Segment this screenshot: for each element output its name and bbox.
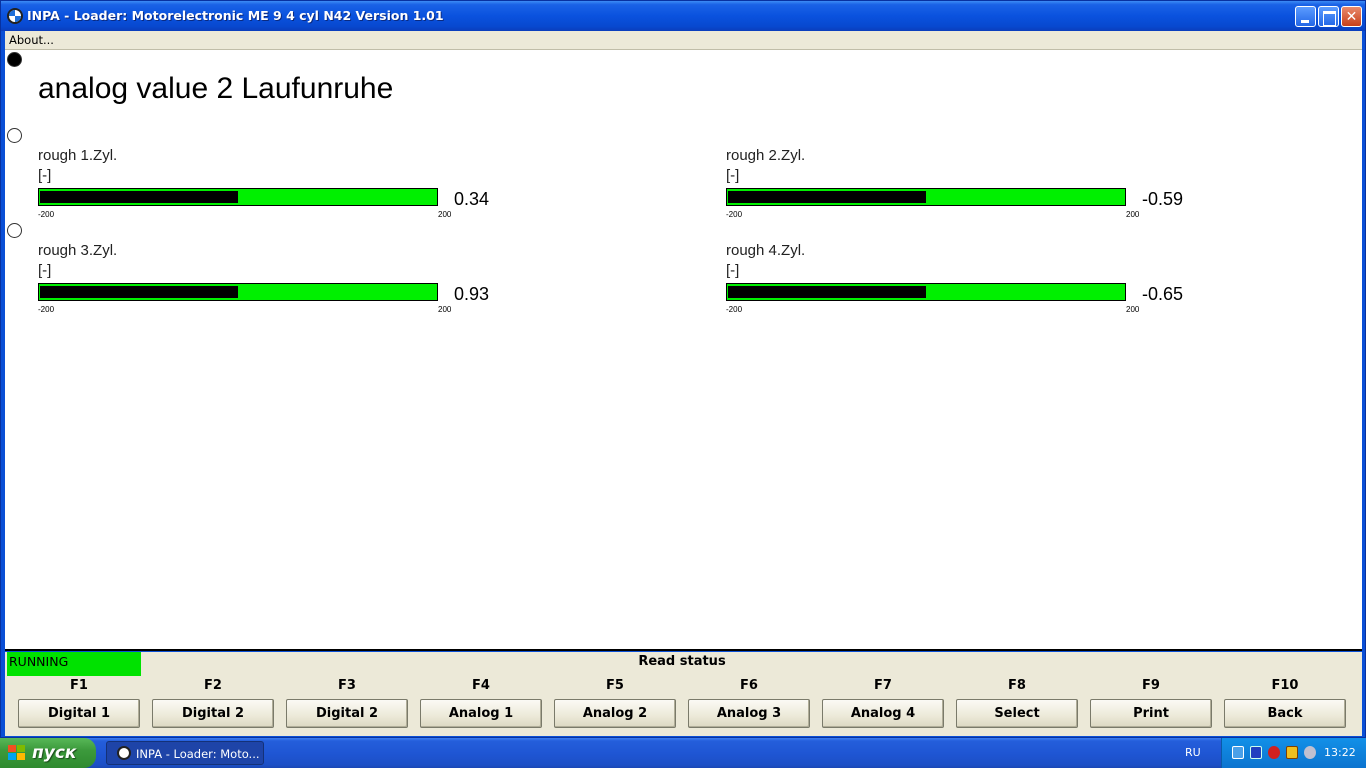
measurement-unit: [-] [726,262,740,279]
bar-max-label: 200 [1126,305,1140,314]
bar-max-label: 200 [438,305,452,314]
measurement-unit: [-] [38,262,52,279]
menu-about[interactable]: About... [9,33,54,47]
menu-bar: About... [5,31,1362,50]
back-button[interactable]: Back [1224,699,1346,728]
security-alert-icon[interactable] [1268,746,1280,759]
analog-1-button[interactable]: Analog 1 [420,699,542,728]
window-title: INPA - Loader: Motorelectronic ME 9 4 cy… [27,8,444,23]
measurement-unit: [-] [38,167,52,184]
radio-row-1[interactable] [7,128,22,143]
windows-logo-icon [8,745,26,761]
fkey-label-f7: F7 [874,678,892,693]
radio-row-2[interactable] [7,223,22,238]
fkey-label-f5: F5 [606,678,624,693]
maximize-button[interactable] [1318,6,1339,27]
shield-icon[interactable] [1286,746,1298,759]
digital-2b-button[interactable]: Digital 2 [286,699,408,728]
fkey-label-f9: F9 [1142,678,1160,693]
close-button[interactable]: ✕ [1341,6,1362,27]
fkey-label-f2: F2 [204,678,222,693]
measurement-cylinder-1: rough 1.Zyl. [-] -200 200 0.34 [38,147,508,237]
fkey-label-f4: F4 [472,678,490,693]
taskbar-item-label: INPA - Loader: Moto... [136,747,260,761]
fkey-label-f1: F1 [70,678,88,693]
bar-track [726,283,1126,301]
fkey-label-f8: F8 [1008,678,1026,693]
measurement-label: rough 2.Zyl. [726,147,806,164]
bar-max-label: 200 [1126,210,1140,219]
bar-track [38,283,438,301]
bar-min-label: -200 [726,305,743,314]
analog-4-button[interactable]: Analog 4 [822,699,944,728]
device-icon[interactable] [1250,746,1262,759]
fkey-label-f6: F6 [740,678,758,693]
radio-selected-indicator[interactable] [7,52,22,67]
bar-min-label: -200 [38,210,55,219]
measurement-value: 0.34 [454,189,490,209]
select-button[interactable]: Select [956,699,1078,728]
measurement-value: -0.65 [1142,284,1184,304]
measurement-cylinder-4: rough 4.Zyl. [-] -200 200 -0.65 [726,242,1196,332]
digital-2-button[interactable]: Digital 2 [152,699,274,728]
inpa-window: INPA - Loader: Motorelectronic ME 9 4 cy… [0,0,1366,738]
network-icon[interactable] [1232,746,1244,759]
start-label: пуск [32,743,77,763]
bmw-logo-icon [117,746,131,760]
analog-2-button[interactable]: Analog 2 [554,699,676,728]
bar-track [38,188,438,206]
language-indicator[interactable]: RU [1185,746,1201,759]
main-panel: analog value 2 Laufunruhe rough 1.Zyl. [… [5,50,1362,651]
page-title: analog value 2 Laufunruhe [38,72,394,105]
title-bar[interactable]: INPA - Loader: Motorelectronic ME 9 4 cy… [1,1,1365,31]
bar-fill [40,286,238,298]
status-area: RUNNING Read status F1 F2 F3 F4 F5 F6 F7… [5,652,1362,736]
bar-min-label: -200 [726,210,743,219]
running-status-badge: RUNNING [7,652,141,676]
taskbar-item-inpa[interactable]: INPA - Loader: Moto... [106,741,264,765]
bar-min-label: -200 [38,305,55,314]
measurement-label: rough 3.Zyl. [38,242,118,259]
fkey-label-f10: F10 [1271,678,1299,693]
speaker-icon[interactable] [1304,746,1316,759]
bar-max-label: 200 [438,210,452,219]
bmw-logo-icon [7,8,23,24]
measurement-value: -0.59 [1142,189,1184,209]
close-icon: ✕ [1345,8,1358,24]
bar-track [726,188,1126,206]
minimize-button[interactable] [1295,6,1316,27]
measurement-label: rough 4.Zyl. [726,242,806,259]
measurement-cylinder-2: rough 2.Zyl. [-] -200 200 -0.59 [726,147,1196,237]
clock: 13:22 [1324,746,1356,759]
fkey-label-f3: F3 [338,678,356,693]
measurement-value: 0.93 [454,284,490,304]
measurement-label: rough 1.Zyl. [38,147,118,164]
start-button[interactable]: пуск [0,738,96,768]
digital-1-button[interactable]: Digital 1 [18,699,140,728]
bar-fill [40,191,238,203]
print-button[interactable]: Print [1090,699,1212,728]
bar-fill [728,191,926,203]
analog-3-button[interactable]: Analog 3 [688,699,810,728]
measurement-unit: [-] [726,167,740,184]
read-status-title: Read status [638,654,726,669]
bar-fill [728,286,926,298]
taskbar: пуск INPA - Loader: Moto... RU 13:22 [0,738,1366,768]
measurement-cylinder-3: rough 3.Zyl. [-] -200 200 0.93 [38,242,508,332]
